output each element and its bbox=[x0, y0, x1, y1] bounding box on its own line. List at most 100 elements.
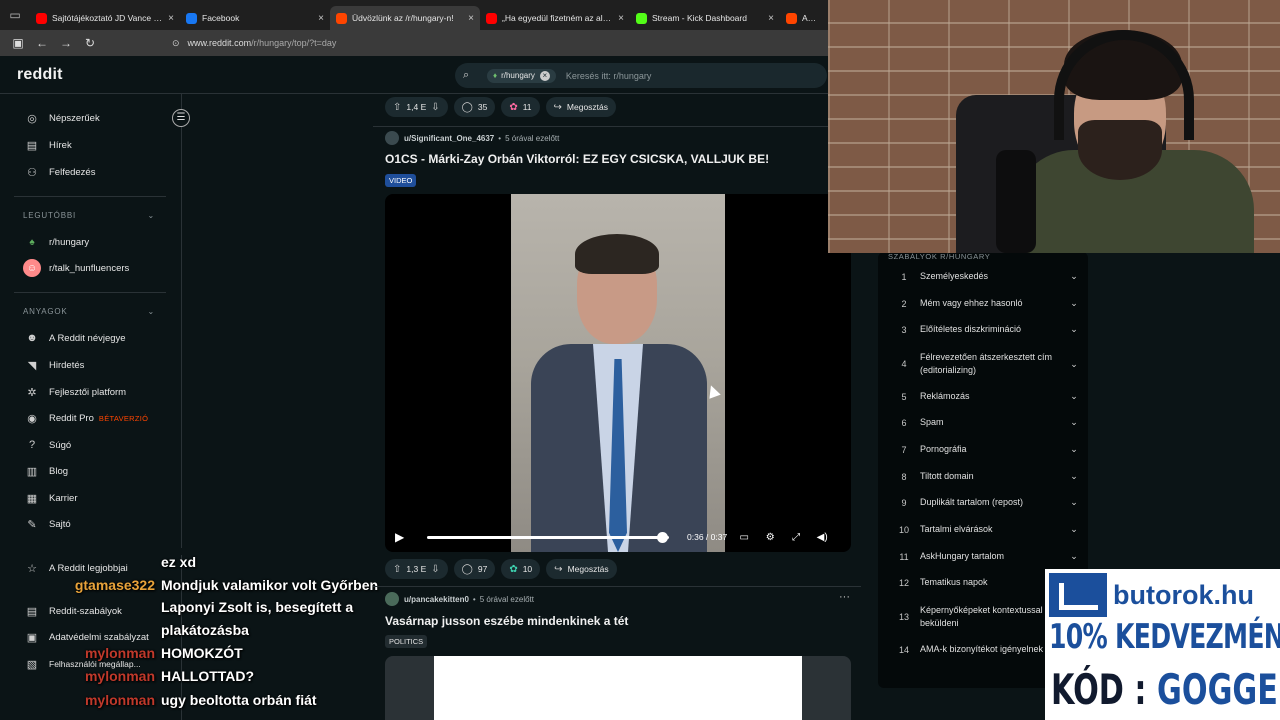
close-tab-icon[interactable]: × bbox=[618, 13, 624, 24]
chevron-down-icon[interactable]: ⌄ bbox=[1066, 271, 1082, 282]
rule-item[interactable]: 8 Tiltott domain ⌄ bbox=[888, 470, 1082, 483]
sidebar-item-news[interactable]: ▤ Hírek bbox=[23, 136, 72, 154]
upvote-icon[interactable]: ⇧ bbox=[393, 564, 401, 575]
recent-section-header[interactable]: LEGUTÓBBI ⌄ bbox=[23, 211, 155, 220]
award-button[interactable]: ✿ 10 bbox=[501, 559, 541, 579]
close-tab-icon[interactable]: × bbox=[468, 13, 474, 24]
captions-icon[interactable]: ▭ bbox=[735, 532, 753, 543]
back-icon[interactable]: ← bbox=[30, 31, 54, 55]
volume-icon[interactable]: ◀) bbox=[813, 532, 831, 543]
reload-icon[interactable]: ↻ bbox=[78, 31, 102, 55]
reddit-logo[interactable]: reddit bbox=[17, 66, 63, 84]
rule-item[interactable]: 2 Mém vagy ehhez hasonló ⌄ bbox=[888, 297, 1082, 310]
search-input[interactable] bbox=[565, 70, 766, 81]
tab-actions-icon[interactable]: ▭ bbox=[0, 0, 30, 30]
close-tab-icon[interactable]: × bbox=[768, 13, 774, 24]
upvote-icon[interactable]: ⇧ bbox=[393, 102, 401, 113]
sidebar-item-r-talk-hunfluencers[interactable]: ☺ r/talk_hunfluencers bbox=[23, 259, 129, 277]
close-tab-icon[interactable]: × bbox=[168, 13, 174, 24]
browser-tab[interactable]: Amit a bbox=[780, 6, 822, 30]
career-icon: ▦ bbox=[26, 492, 38, 505]
sidebar-item-explore[interactable]: ⚇ Felfedezés bbox=[23, 163, 95, 181]
post-author[interactable]: u/Significant_One_4637 bbox=[404, 134, 494, 143]
rule-item[interactable]: 5 Reklámozás ⌄ bbox=[888, 390, 1082, 403]
browser-tab[interactable]: Sajtótájékoztató JD Vance amerikai× bbox=[30, 6, 180, 30]
comments-button[interactable]: ◯ 97 bbox=[453, 559, 496, 579]
video-progress-knob[interactable] bbox=[656, 531, 668, 543]
post-title[interactable]: O1CS - Márki-Zay Orbán Viktorról: EZ EGY… bbox=[385, 152, 769, 166]
workspaces-icon[interactable]: ▣ bbox=[6, 31, 30, 55]
browser-tab[interactable]: Stream - Kick Dashboard × bbox=[630, 6, 780, 30]
chevron-down-icon[interactable]: ⌄ bbox=[1066, 417, 1082, 428]
avatar[interactable] bbox=[385, 131, 399, 145]
chevron-down-icon[interactable]: ⌄ bbox=[1066, 391, 1082, 402]
rule-item[interactable]: 9 Duplikált tartalom (repost) ⌄ bbox=[888, 496, 1082, 509]
chevron-down-icon[interactable]: ⌄ bbox=[1066, 324, 1082, 335]
settings-icon[interactable]: ⚙ bbox=[761, 532, 779, 543]
search-bar[interactable]: ⌕ ♦ r/hungary × bbox=[455, 63, 827, 88]
chevron-down-icon[interactable]: ⌄ bbox=[1066, 524, 1082, 535]
browser-tab[interactable]: „Ha egyedül fizetném az albérlet × bbox=[480, 6, 630, 30]
post-flair[interactable]: POLITICS bbox=[385, 635, 428, 648]
chevron-down-icon[interactable]: ⌄ bbox=[1066, 298, 1082, 309]
chat-text: Laponyi Zsolt is, besegített a bbox=[161, 599, 354, 615]
rule-number: 3 bbox=[901, 324, 907, 335]
avatar[interactable] bbox=[385, 592, 399, 606]
forward-icon[interactable]: → bbox=[54, 31, 78, 55]
more-options-icon[interactable]: ··· bbox=[839, 591, 850, 603]
chevron-down-icon[interactable]: ⌄ bbox=[1066, 497, 1082, 508]
sidebar-item-r-hungary[interactable]: ♠ r/hungary bbox=[23, 233, 89, 251]
rule-item[interactable]: 4 Félrevezetően átszerkesztett cím (edito… bbox=[888, 351, 1082, 377]
comments-button[interactable]: ◯ 35 bbox=[453, 97, 496, 117]
share-button[interactable]: ↪ Megosztás bbox=[545, 97, 617, 117]
chevron-down-icon[interactable]: ⌄ bbox=[1066, 444, 1082, 455]
rule-item[interactable]: 3 Előítéletes diszkrimináció ⌄ bbox=[888, 323, 1082, 336]
post-title[interactable]: Vasárnap jusson eszébe mindenkinek a tét bbox=[385, 614, 628, 628]
sidebar-item-help[interactable]: ? Súgó bbox=[23, 436, 71, 454]
video-progress-bar[interactable] bbox=[427, 531, 669, 543]
sidebar-item-careers[interactable]: ▦ Karrier bbox=[23, 489, 78, 507]
video-player[interactable]: ▶ 0:36 / 0:37 ▭ ⚙ ⤢ ◀) bbox=[385, 194, 851, 552]
play-icon[interactable]: ▶ bbox=[395, 530, 409, 544]
downvote-icon[interactable]: ⇩ bbox=[431, 102, 439, 113]
rule-item[interactable]: 7 Pornográfia ⌄ bbox=[888, 443, 1082, 456]
tab-favicon-icon bbox=[36, 12, 47, 24]
sidebar-item-about-reddit[interactable]: ☻ A Reddit névjegye bbox=[23, 329, 125, 347]
rule-item[interactable]: 1 Személyeskedés ⌄ bbox=[888, 270, 1082, 283]
chevron-down-icon[interactable]: ⌄ bbox=[1066, 551, 1082, 562]
site-info-icon[interactable]: ⊙ bbox=[172, 38, 180, 49]
sidebar-item-popular[interactable]: ◎ Népszerűek bbox=[23, 109, 100, 127]
sidebar-item-dev-platform[interactable]: ✲ Fejlesztői platform bbox=[23, 383, 126, 401]
browser-tab[interactable]: Facebook × bbox=[180, 6, 330, 30]
sidebar-item-advertise[interactable]: ◥ Hirdetés bbox=[23, 356, 85, 374]
share-button[interactable]: ↪ Megosztás bbox=[546, 559, 617, 579]
chevron-down-icon[interactable]: ⌄ bbox=[1066, 471, 1082, 482]
close-tab-icon[interactable]: × bbox=[318, 13, 324, 24]
award-button[interactable]: ✿ 11 bbox=[501, 97, 540, 117]
rule-item[interactable]: 10 Tartalmi elvárások ⌄ bbox=[888, 523, 1082, 536]
sidebar-item-reddit-pro[interactable]: ◉ Reddit Pro BÉTAVERZIÓ bbox=[23, 409, 148, 427]
clear-scope-icon[interactable]: × bbox=[539, 70, 550, 81]
sidebar-item-reddit-rules[interactable]: ▤ Reddit-szabályok bbox=[23, 602, 122, 620]
post-author[interactable]: u/pancakekitten0 bbox=[404, 595, 469, 604]
browser-tab[interactable]: Üdvözlünk az /r/hungary-n! × bbox=[330, 6, 480, 30]
chevron-down-icon[interactable]: ⌄ bbox=[1066, 359, 1082, 370]
sidebar-item-label: Népszerűek bbox=[49, 112, 100, 124]
sidebar-item-user-agreement[interactable]: ▧ Felhasználói megállap... bbox=[23, 655, 141, 673]
rule-item[interactable]: 6 Spam ⌄ bbox=[888, 416, 1082, 429]
rules-icon: ▤ bbox=[26, 605, 38, 618]
collapse-sidebar-icon[interactable]: ☰ bbox=[172, 109, 190, 127]
downvote-icon[interactable]: ⇩ bbox=[431, 564, 439, 575]
sidebar-item-best-of[interactable]: ☆ A Reddit legjobbjai bbox=[23, 559, 128, 577]
post-media-preview[interactable] bbox=[385, 656, 851, 720]
sidebar-item-blog[interactable]: ▥ Blog bbox=[23, 462, 68, 480]
fullscreen-icon[interactable]: ⤢ bbox=[787, 532, 805, 543]
resources-section-header[interactable]: ANYAGOK ⌄ bbox=[23, 307, 155, 316]
sidebar-item-privacy[interactable]: ▣ Adatvédelmi szabályzat bbox=[23, 628, 149, 646]
search-scope-chip[interactable]: ♦ r/hungary × bbox=[487, 68, 556, 83]
resources-section-title: ANYAGOK bbox=[23, 307, 68, 316]
post-flair[interactable]: VIDEO bbox=[385, 174, 417, 187]
url-field[interactable]: ⊙ www.reddit.com/r/hungary/top/?t=day bbox=[172, 38, 336, 49]
rule-number: 2 bbox=[901, 298, 907, 309]
rule-item[interactable]: 11 AskHungary tartalom ⌄ bbox=[888, 550, 1082, 563]
